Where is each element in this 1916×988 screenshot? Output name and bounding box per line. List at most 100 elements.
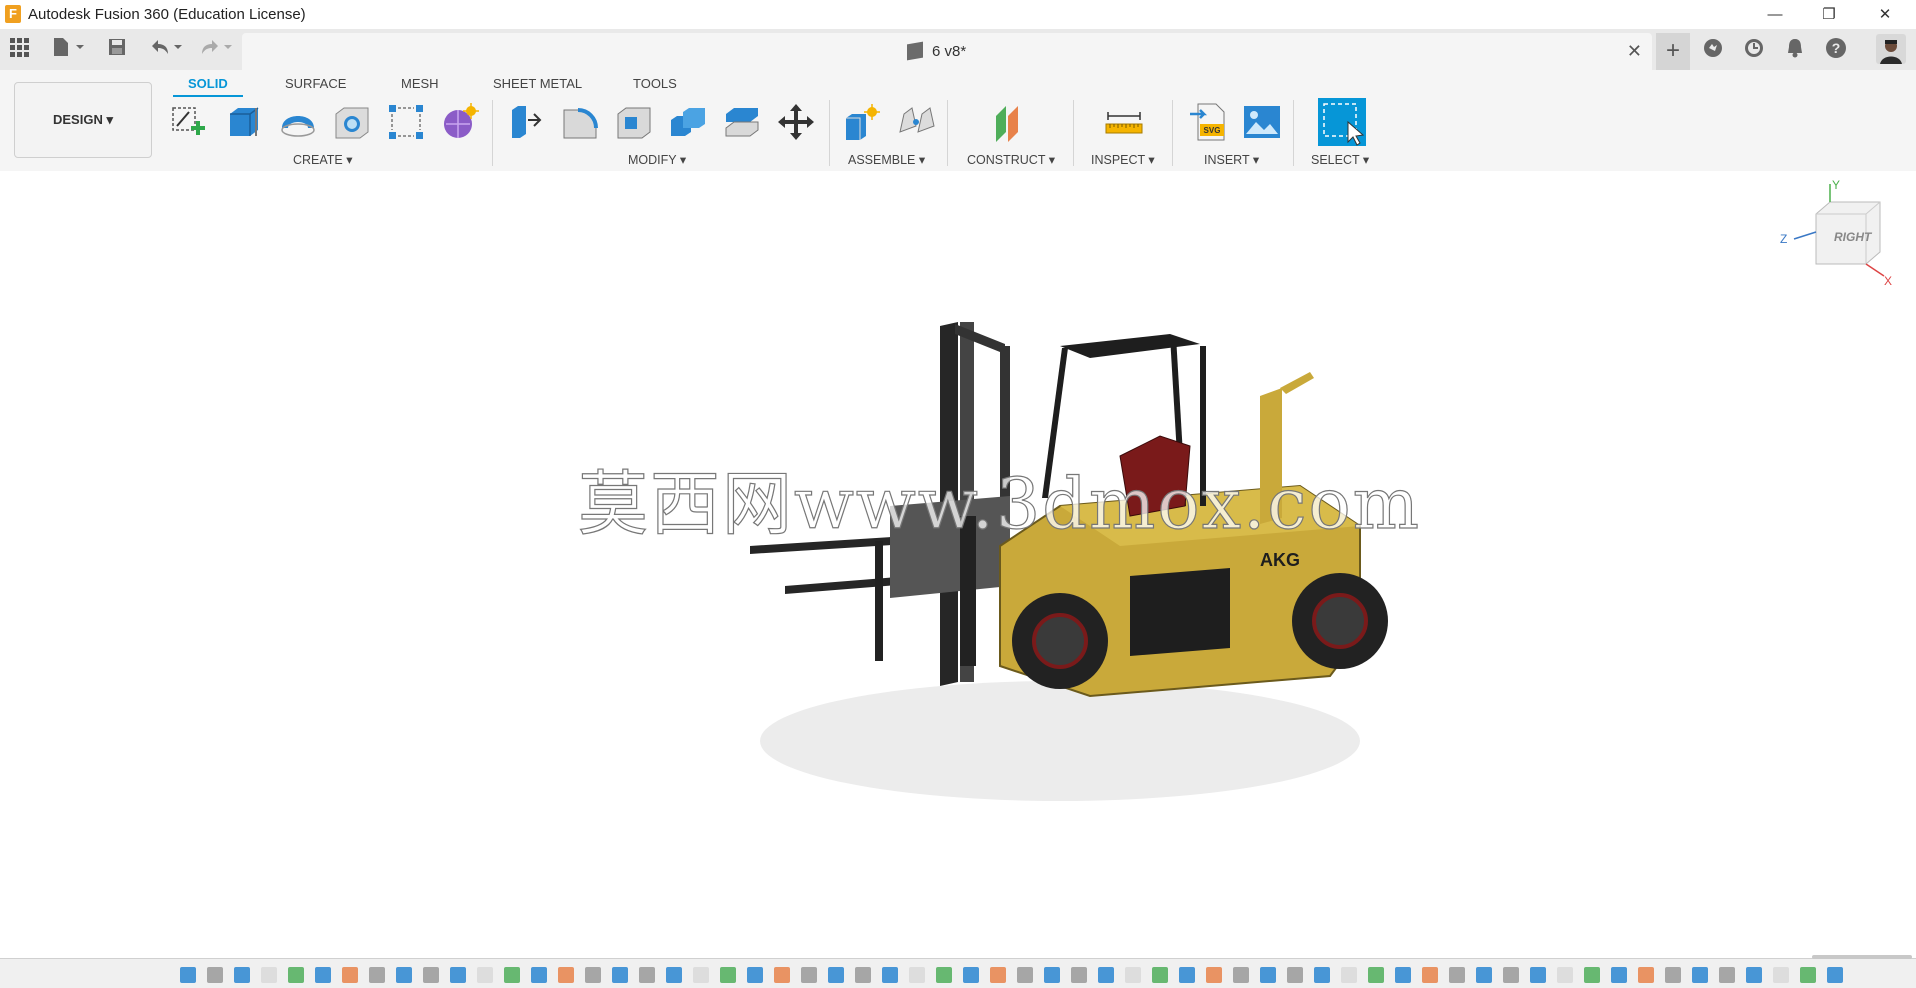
minimize-button[interactable]: — xyxy=(1752,0,1798,29)
timeline-feature-icon[interactable] xyxy=(1179,967,1195,983)
timeline-feature-icon[interactable] xyxy=(882,967,898,983)
help-icon[interactable]: ? xyxy=(1823,37,1849,63)
timeline-feature-icon[interactable] xyxy=(1098,967,1114,983)
timeline-feature-icon[interactable] xyxy=(369,967,385,983)
timeline-feature-icon[interactable] xyxy=(1260,967,1276,983)
timeline-feature-icon[interactable] xyxy=(909,967,925,983)
close-window-button[interactable]: ✕ xyxy=(1862,0,1908,29)
timeline-feature-icon[interactable] xyxy=(1125,967,1141,983)
save-icon[interactable] xyxy=(104,37,130,63)
horizontal-scrollbar[interactable] xyxy=(1812,955,1912,959)
timeline-feature-icon[interactable] xyxy=(1449,967,1465,983)
timeline-feature-icon[interactable] xyxy=(1233,967,1249,983)
timeline-feature-icon[interactable] xyxy=(531,967,547,983)
offset-face-icon[interactable] xyxy=(722,102,762,142)
timeline-feature-icon[interactable] xyxy=(1530,967,1546,983)
tab-sheet-metal[interactable]: SHEET METAL xyxy=(493,76,582,91)
timeline-feature-icon[interactable] xyxy=(1206,967,1222,983)
timeline-feature-icon[interactable] xyxy=(504,967,520,983)
timeline-feature-icon[interactable] xyxy=(423,967,439,983)
timeline-feature-icon[interactable] xyxy=(990,967,1006,983)
view-cube[interactable]: RIGHT Y Z X xyxy=(1776,178,1896,294)
timeline-feature-icon[interactable] xyxy=(450,967,466,983)
undo-icon[interactable] xyxy=(146,37,186,63)
timeline-feature-icon[interactable] xyxy=(1773,967,1789,983)
press-pull-icon[interactable] xyxy=(506,102,546,142)
assemble-menu[interactable]: ASSEMBLE ▾ xyxy=(848,152,925,167)
timeline-feature-icon[interactable] xyxy=(612,967,628,983)
forklift-model[interactable]: AKG xyxy=(700,296,1420,816)
timeline-feature-icon[interactable] xyxy=(315,967,331,983)
construct-menu[interactable]: CONSTRUCT ▾ xyxy=(967,152,1055,167)
timeline-feature-icon[interactable] xyxy=(1611,967,1627,983)
new-component-icon[interactable] xyxy=(842,102,882,142)
timeline-feature-icon[interactable] xyxy=(1287,967,1303,983)
extrude-icon[interactable] xyxy=(224,102,264,142)
redo-icon[interactable] xyxy=(196,37,236,63)
file-icon[interactable] xyxy=(48,37,88,63)
timeline-feature-icon[interactable] xyxy=(639,967,655,983)
timeline-feature-icon[interactable] xyxy=(1395,967,1411,983)
inspect-menu[interactable]: INSPECT ▾ xyxy=(1091,152,1155,167)
timeline-feature-icon[interactable] xyxy=(288,967,304,983)
timeline-feature-icon[interactable] xyxy=(1422,967,1438,983)
timeline-feature-icon[interactable] xyxy=(1665,967,1681,983)
timeline-feature-icon[interactable] xyxy=(1557,967,1573,983)
new-tab-button[interactable]: + xyxy=(1656,33,1690,70)
timeline-feature-icon[interactable] xyxy=(1152,967,1168,983)
timeline-feature-icon[interactable] xyxy=(1584,967,1600,983)
extensions-icon[interactable] xyxy=(1700,37,1726,63)
workspace-switcher[interactable]: DESIGN ▾ xyxy=(14,82,152,158)
timeline-feature-icon[interactable] xyxy=(1800,967,1816,983)
document-tab[interactable]: 6 v8* ✕ xyxy=(242,33,1652,70)
timeline-feature-icon[interactable] xyxy=(801,967,817,983)
timeline-feature-icon[interactable] xyxy=(396,967,412,983)
timeline-feature-icon[interactable] xyxy=(855,967,871,983)
tab-mesh[interactable]: MESH xyxy=(401,76,439,91)
timeline-feature-icon[interactable] xyxy=(558,967,574,983)
timeline-feature-icon[interactable] xyxy=(207,967,223,983)
create-form-icon[interactable] xyxy=(440,102,480,142)
timeline-feature-icon[interactable] xyxy=(1017,967,1033,983)
timeline-feature-icon[interactable] xyxy=(1341,967,1357,983)
select-icon[interactable] xyxy=(1318,98,1366,146)
timeline-feature-icon[interactable] xyxy=(963,967,979,983)
select-menu[interactable]: SELECT ▾ xyxy=(1311,152,1369,167)
measure-icon[interactable] xyxy=(1104,102,1144,142)
tab-tools[interactable]: TOOLS xyxy=(633,76,677,91)
timeline-feature-icon[interactable] xyxy=(1044,967,1060,983)
pattern-icon[interactable] xyxy=(386,102,426,142)
timeline-feature-icon[interactable] xyxy=(1719,967,1735,983)
timeline-feature-icon[interactable] xyxy=(1746,967,1762,983)
revolve-icon[interactable] xyxy=(278,102,318,142)
offset-plane-icon[interactable] xyxy=(990,102,1030,142)
timeline-feature-icon[interactable] xyxy=(234,967,250,983)
grid-icon[interactable] xyxy=(6,37,32,63)
timeline-feature-icon[interactable] xyxy=(1827,967,1843,983)
timeline-feature-icon[interactable] xyxy=(1368,967,1384,983)
tab-solid[interactable]: SOLID xyxy=(188,76,228,91)
timeline-feature-icon[interactable] xyxy=(1638,967,1654,983)
timeline-feature-icon[interactable] xyxy=(1314,967,1330,983)
combine-icon[interactable] xyxy=(668,102,708,142)
timeline-feature-icon[interactable] xyxy=(1071,967,1087,983)
timeline-feature-icon[interactable] xyxy=(585,967,601,983)
timeline-feature-icon[interactable] xyxy=(666,967,682,983)
timeline-feature-icon[interactable] xyxy=(1503,967,1519,983)
shell-icon[interactable] xyxy=(614,102,654,142)
timeline-feature-icon[interactable] xyxy=(693,967,709,983)
timeline-feature-icon[interactable] xyxy=(477,967,493,983)
create-menu[interactable]: CREATE ▾ xyxy=(293,152,353,167)
3d-viewport[interactable]: RIGHT Y Z X AKG 莫西网www.3dmox.com xyxy=(0,171,1916,958)
timeline-feature-icon[interactable] xyxy=(1692,967,1708,983)
joint-icon[interactable] xyxy=(896,102,936,142)
create-sketch-icon[interactable] xyxy=(169,102,209,142)
move-copy-icon[interactable] xyxy=(776,102,816,142)
close-document-button[interactable]: ✕ xyxy=(1627,41,1642,62)
avatar[interactable] xyxy=(1876,34,1906,64)
timeline-track[interactable] xyxy=(180,965,1860,985)
timeline-feature-icon[interactable] xyxy=(261,967,277,983)
tab-surface[interactable]: SURFACE xyxy=(285,76,346,91)
job-status-icon[interactable] xyxy=(1741,37,1767,63)
modify-menu[interactable]: MODIFY ▾ xyxy=(628,152,686,167)
